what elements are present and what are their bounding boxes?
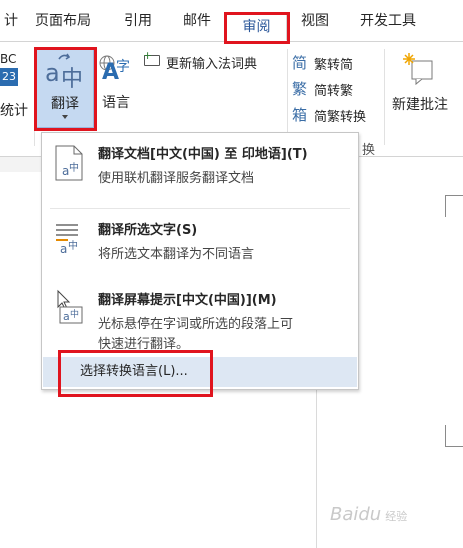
simp-to-trad-icon: 繁	[292, 80, 308, 98]
simp-to-trad-button[interactable]: 繁 简转繁	[292, 78, 382, 99]
language-label: 语言	[102, 95, 130, 111]
tab-mailings[interactable]: 邮件	[183, 0, 211, 42]
word-count-label: 统计	[0, 103, 28, 119]
svg-text:中: 中	[68, 239, 78, 252]
new-comment-icon	[403, 53, 433, 86]
tab-partial[interactable]: 计	[4, 0, 18, 42]
update-ime-dictionary-button[interactable]: + 更新输入法词典	[143, 49, 284, 72]
group-label-conversion: 换	[362, 143, 376, 158]
margin-corner-mark	[445, 425, 463, 447]
convert-label: 简繁转换	[314, 110, 367, 125]
translate-screentip-icon: a 中	[57, 289, 83, 324]
translate-document-icon: a 中	[55, 145, 83, 181]
watermark-sub: 经验	[385, 510, 408, 523]
word-count-button[interactable]: BC 23 统计	[0, 50, 30, 120]
baidu-watermark: Baidu 经验	[330, 504, 407, 525]
margin-corner-mark	[445, 195, 463, 217]
svg-text:中: 中	[69, 161, 79, 174]
menu-item-translate-document[interactable]: a 中 翻译文档[中文(中国) 至 印地语](T) 使用联机翻译服务翻译文档	[42, 133, 358, 207]
trad-to-simp-button[interactable]: 简 繁转简	[292, 52, 382, 73]
convert-icon: 箱	[292, 106, 308, 124]
tab-developer[interactable]: 开发工具	[360, 0, 416, 42]
menu-item-translate-screentip[interactable]: a 中 翻译屏幕提示[中文(中国)](M) 光标悬停在字词或所选的段落上可 快速…	[42, 283, 358, 355]
simp-to-trad-label: 简转繁	[314, 84, 354, 99]
plus-icon: +	[143, 49, 153, 62]
highlight-choose-language	[58, 350, 213, 397]
menu-item-title: 翻译所选文字(S)	[98, 223, 198, 238]
highlight-review-tab	[224, 12, 290, 44]
new-comment-button[interactable]: 新建批注	[390, 50, 458, 120]
word-count-icon: BC	[0, 52, 17, 66]
menu-item-description: 光标悬停在字词或所选的段落上可	[98, 317, 294, 332]
tab-view[interactable]: 视图	[301, 0, 329, 42]
language-icon-zh: 字	[116, 59, 130, 75]
menu-item-title: 翻译文档[中文(中国) 至 印地语](T)	[98, 147, 308, 162]
update-ime-label: 更新输入法词典	[166, 57, 258, 72]
language-button[interactable]: A 字 语言	[96, 50, 136, 120]
trad-to-simp-label: 繁转简	[314, 58, 354, 73]
translate-selection-icon: a 中	[56, 224, 78, 255]
menu-item-description: 使用联机翻译服务翻译文档	[98, 171, 255, 186]
new-comment-label: 新建批注	[392, 97, 448, 113]
highlight-translate-button	[34, 47, 97, 131]
trad-to-simp-icon: 简	[292, 54, 308, 72]
menu-item-description: 将所选文本翻译为不同语言	[98, 247, 255, 262]
tab-references[interactable]: 引用	[124, 0, 152, 42]
svg-text:a: a	[63, 310, 70, 323]
svg-text:a: a	[60, 242, 67, 255]
watermark-text: Baidu	[330, 504, 382, 525]
separator	[384, 49, 385, 145]
convert-button[interactable]: 箱 简繁转换	[292, 104, 382, 125]
svg-text:中: 中	[70, 308, 79, 320]
separator	[287, 49, 288, 145]
menu-item-translate-selection[interactable]: a 中 翻译所选文字(S) 将所选文本翻译为不同语言	[42, 209, 358, 283]
menu-item-title: 翻译屏幕提示[中文(中国)](M)	[98, 293, 277, 308]
word-count-number: 23	[0, 68, 18, 86]
tab-page-layout[interactable]: 页面布局	[35, 0, 91, 42]
